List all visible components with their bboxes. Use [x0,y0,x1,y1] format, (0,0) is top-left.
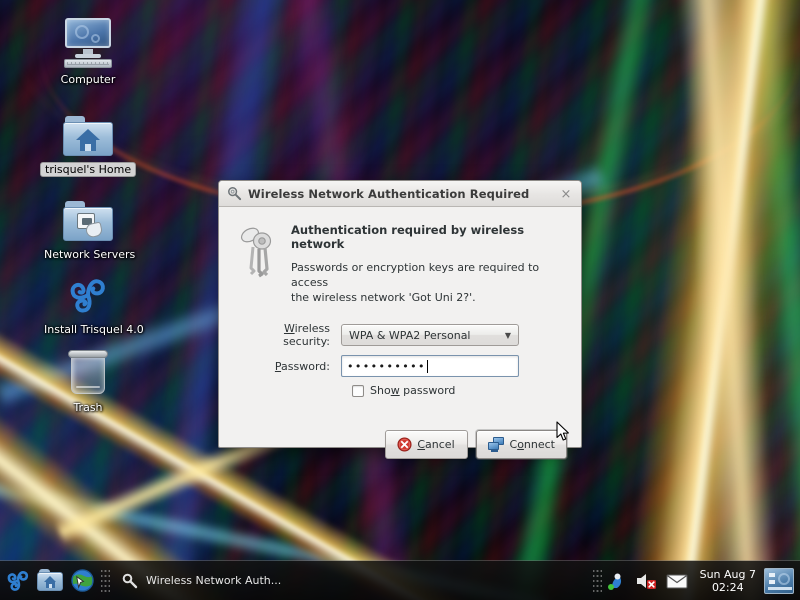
launcher-trisquel-menu[interactable] [3,566,33,596]
key-magnifier-icon [227,186,242,201]
wireless-security-label: Wireless security: [241,322,341,348]
dialog-heading: Authentication required by wireless netw… [291,223,567,251]
clock-time: 02:24 [700,581,756,594]
desktop-icon-trash[interactable]: Trash [40,342,136,415]
show-password-label-pre: Sho [370,384,391,397]
wireless-security-mnemonic: W [284,322,295,335]
key-icon [122,573,138,589]
home-folder-icon [37,569,63,592]
cancel-x-icon [397,437,412,452]
show-desktop-icon[interactable] [764,568,794,594]
envelope-icon[interactable] [666,573,688,589]
launcher-file-manager[interactable] [35,566,65,596]
show-password-label-post: password [400,384,456,397]
show-password-checkbox[interactable] [352,385,364,397]
connect-button[interactable]: Connect [476,430,568,459]
dialog-button-row: Cancel Connect [385,430,568,459]
taskbar-grip[interactable] [101,568,110,594]
password-label: Password: [241,360,341,373]
trisquel-logo-icon [5,568,31,594]
wireless-security-value: WPA & WPA2 Personal [349,329,505,342]
cancel-button-label: Cancel [417,438,454,451]
desktop-icon-label: Computer [57,72,120,87]
connect-mnemonic: o [517,438,524,451]
dialog-title: Wireless Network Authentication Required [248,187,529,201]
dialog-titlebar[interactable]: Wireless Network Authentication Required… [219,181,581,207]
network-connect-icon [488,437,505,452]
clock[interactable]: Sun Aug 7 02:24 [692,568,764,594]
desktop-icon-label: Trash [69,400,106,415]
desktop-icon-install-trisquel[interactable]: Install Trisquel 4.0 [40,264,136,337]
desktop-icon-label: Network Servers [40,247,139,262]
desktop-icon-network-servers[interactable]: Network Servers [40,189,136,262]
globe-browser-icon [70,568,95,593]
im-contact-icon[interactable] [606,571,626,591]
auth-form: Wireless security: WPA & WPA2 Personal ▼… [233,322,567,397]
home-folder-icon [40,104,136,158]
chevron-down-icon: ▼ [505,331,514,340]
mouse-cursor [556,421,570,442]
cancel-label-post: ancel [425,438,455,451]
connect-label-post: nnect [524,438,555,451]
cancel-mnemonic: C [417,438,425,451]
wireless-security-select[interactable]: WPA & WPA2 Personal ▼ [341,324,519,346]
taskbar-launchers [0,566,97,596]
show-password-mnemonic: w [391,384,400,397]
wireless-auth-dialog[interactable]: Wireless Network Authentication Required… [218,180,582,448]
password-value: •••••••••• [347,361,426,372]
password-input[interactable]: •••••••••• [341,355,519,377]
password-row: Password: •••••••••• [241,355,567,377]
dialog-description-line-2: the wireless network 'Got Uni 2?'. [291,290,567,305]
launcher-web-browser[interactable] [67,566,97,596]
desktop-icon-home[interactable]: trisquel's Home [40,104,136,177]
show-password-label: Show password [370,384,455,397]
speaker-muted-icon[interactable] [635,572,657,590]
tray-grip[interactable] [593,568,602,594]
system-tray [606,571,692,591]
taskbar-window-label: Wireless Network Auth... [146,574,281,587]
close-icon[interactable]: × [559,187,573,201]
trash-can-icon [40,342,136,396]
show-password-row[interactable]: Show password [352,384,567,397]
taskbar-window-button[interactable]: Wireless Network Auth... [116,566,291,596]
password-label-text: assword: [281,360,330,373]
trisquel-logo-icon [40,264,136,318]
connect-button-label: Connect [510,438,556,451]
dialog-body: Authentication required by wireless netw… [219,207,581,397]
wireless-security-row: Wireless security: WPA & WPA2 Personal ▼ [241,322,567,348]
desktop-icon-label: trisquel's Home [40,162,136,177]
keyring-icon [237,223,277,279]
desktop-icon-label: Install Trisquel 4.0 [40,322,148,337]
taskbar[interactable]: Wireless Network Auth... [0,560,800,600]
computer-monitor-icon [40,14,136,68]
dialog-description-line-1: Passwords or encryption keys are require… [291,260,567,290]
desktop[interactable]: Computer trisquel's Home Network Servers [0,0,800,600]
text-caret [427,360,428,373]
clock-date: Sun Aug 7 [700,568,756,581]
desktop-icon-computer[interactable]: Computer [40,14,136,87]
cancel-button[interactable]: Cancel [385,430,468,459]
network-folder-icon [40,189,136,243]
